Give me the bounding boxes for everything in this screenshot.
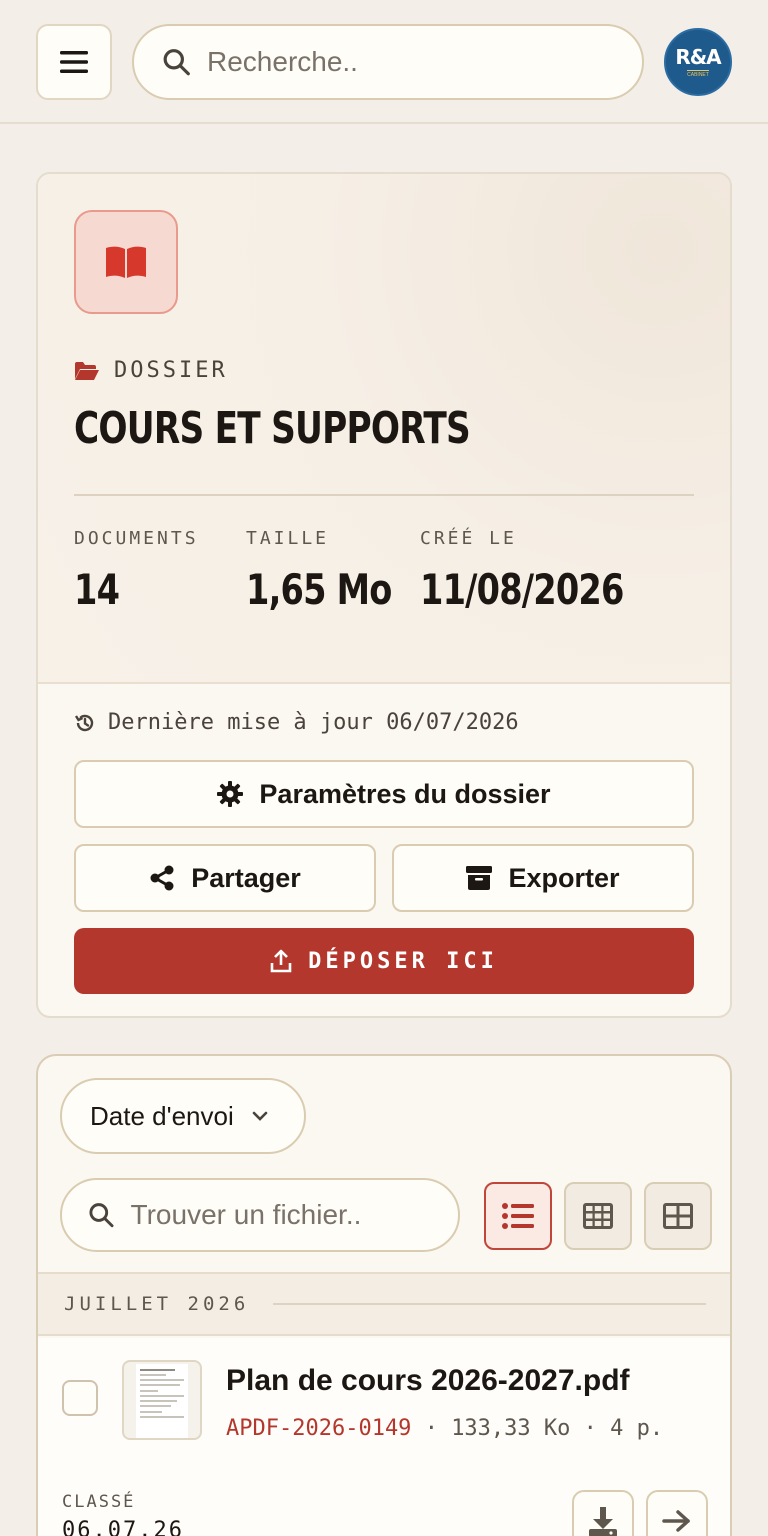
export-label: Exporter (508, 862, 620, 893)
sort-label: Date d'envoi (90, 1100, 234, 1131)
history-icon (74, 714, 94, 731)
stat-label: TAILLE (246, 528, 330, 549)
avatar-initials: R&A (675, 45, 721, 69)
folder-icon-tile (74, 210, 178, 314)
view-table-button[interactable] (564, 1182, 632, 1250)
folder-settings-button[interactable]: Paramètres du dossier (74, 760, 694, 828)
share-label: Partager (191, 862, 301, 893)
upload-drop-label: DÉPOSER ICI (308, 948, 498, 974)
folder-title: COURS ET SUPPORTS (74, 403, 471, 454)
download-button[interactable] (572, 1490, 634, 1536)
status-label: CLASSÉ (62, 1492, 136, 1512)
search-input[interactable] (207, 46, 642, 78)
select-checkbox[interactable] (62, 1380, 98, 1416)
stat-value: 14 (74, 565, 120, 614)
files-panel: Date d'envoi Trouver un fichier.. JUILLE… (36, 1054, 732, 1536)
grid-icon (663, 1203, 693, 1229)
view-grid-button[interactable] (644, 1182, 712, 1250)
folder-summary: DOSSIER COURS ET SUPPORTS DOCUMENTS 14 T… (38, 174, 730, 684)
export-button[interactable]: Exporter (392, 844, 694, 912)
folder-kicker-label: DOSSIER (114, 358, 228, 383)
last-updated: Dernière mise à jour 06/07/2026 (74, 710, 519, 735)
book-icon (106, 246, 146, 278)
divider (273, 1303, 706, 1305)
meta-separator: · (583, 1416, 611, 1441)
stat-label: CRÉÉ LE (420, 528, 517, 549)
table-icon (583, 1203, 613, 1229)
top-bar: R&A CABINET (0, 0, 768, 124)
file-search[interactable] (60, 1178, 460, 1252)
thumbnail-page (136, 1364, 188, 1438)
file-size: 133,33 Ko (451, 1416, 571, 1441)
archive-icon (466, 866, 493, 890)
status-date: 06.07.26 (62, 1518, 184, 1536)
stat-size: TAILLE 1,65 Mo (246, 528, 428, 614)
folder-card: DOSSIER COURS ET SUPPORTS DOCUMENTS 14 T… (36, 172, 732, 1018)
hamburger-icon (60, 51, 88, 73)
avatar-subtitle: CABINET (687, 70, 709, 78)
file-ref: APDF-2026-0149 (226, 1416, 412, 1441)
stat-label: DOCUMENTS (74, 528, 199, 549)
sort-select[interactable]: Date d'envoi (60, 1078, 306, 1154)
share-icon (150, 865, 174, 891)
stat-value: 1,65 Mo (246, 565, 392, 614)
search-icon (89, 1203, 114, 1228)
stat-documents: DOCUMENTS 14 (74, 528, 199, 614)
stat-value: 11/08/2026 (420, 565, 624, 614)
folder-settings-label: Paramètres du dossier (259, 778, 551, 809)
folder-open-icon (75, 361, 99, 380)
search-icon (163, 49, 190, 76)
download-icon (589, 1507, 617, 1536)
share-button[interactable]: Partager (74, 844, 376, 912)
chevron-down-icon (252, 1111, 268, 1121)
folder-kicker: DOSSIER (74, 358, 228, 383)
open-file-button[interactable] (646, 1490, 708, 1536)
last-updated-text: Dernière mise à jour 06/07/2026 (108, 710, 519, 735)
list-item[interactable]: Plan de cours 2026-2027.pdf APDF-2026-01… (38, 1338, 730, 1536)
file-meta: APDF-2026-0149 · 133,33 Ko · 4 p. (226, 1416, 663, 1441)
file-thumbnail (122, 1360, 202, 1440)
view-list-button[interactable] (484, 1182, 552, 1250)
arrow-right-icon (662, 1510, 690, 1532)
month-label: JUILLET 2026 (64, 1293, 250, 1315)
file-pages: 4 p. (610, 1416, 664, 1441)
gear-icon (217, 781, 244, 807)
file-name[interactable]: Plan de cours 2026-2027.pdf (226, 1364, 630, 1398)
upload-drop-button[interactable]: DÉPOSER ICI (74, 928, 694, 994)
divider (74, 494, 694, 496)
upload-icon (270, 949, 292, 973)
avatar[interactable]: R&A CABINET (664, 28, 732, 96)
list-icon (502, 1203, 534, 1229)
file-search-input[interactable] (130, 1199, 458, 1231)
menu-button[interactable] (36, 24, 112, 100)
meta-separator: · (424, 1416, 452, 1441)
global-search[interactable] (132, 24, 644, 100)
stat-created: CRÉÉ LE 11/08/2026 (420, 528, 674, 614)
month-group-header: JUILLET 2026 (38, 1272, 730, 1336)
